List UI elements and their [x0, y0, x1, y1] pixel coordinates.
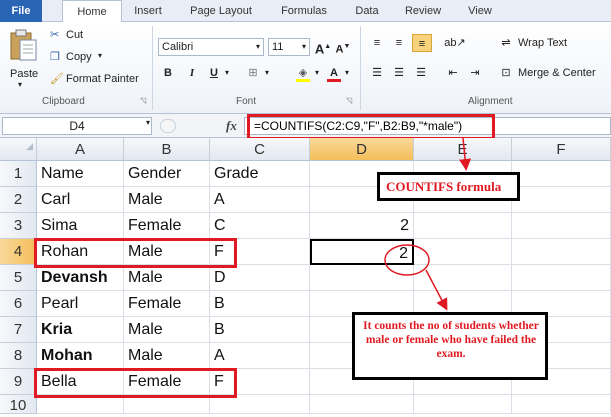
font-group-label: Font — [236, 96, 257, 107]
bold-button[interactable]: B — [160, 64, 176, 82]
formula-text[interactable]: =COUNTIFS(C2:C9,"F",B2:B9,"*male") — [254, 119, 462, 133]
italic-button[interactable]: I — [184, 64, 200, 82]
shrink-font-icon[interactable]: A▼ — [334, 38, 352, 56]
align-bottom-icon[interactable]: ≡ — [412, 34, 432, 52]
clipboard-group-label: Clipboard — [42, 96, 85, 107]
fill-color-icon[interactable]: ◈ — [294, 64, 312, 82]
chevron-down-icon[interactable]: ▾ — [222, 64, 232, 82]
fx-icon[interactable]: fx — [226, 118, 237, 134]
explanation-text: It counts the no of students whether mal… — [363, 320, 539, 360]
chevron-down-icon[interactable]: ▾ — [312, 64, 322, 82]
chevron-down-icon[interactable]: ▾ — [262, 64, 272, 82]
dialog-launcher-icon[interactable]: ◹ — [140, 96, 146, 105]
chevron-down-icon: ▾ — [255, 42, 260, 51]
tab-formulas[interactable]: Formulas — [270, 0, 338, 22]
wrap-text-icon[interactable]: ⇌ — [498, 34, 514, 52]
tab-view[interactable]: View — [458, 0, 502, 22]
increase-indent-icon[interactable]: ⇥ — [466, 64, 484, 82]
ribbon-tab-bar: File Home Insert Page Layout Formulas Da… — [0, 0, 611, 24]
align-top-icon[interactable]: ≡ — [368, 34, 386, 52]
underline-button[interactable]: U — [206, 64, 222, 82]
font-name-value: Calibri — [162, 41, 194, 53]
group-divider — [152, 26, 153, 110]
chevron-down-icon: ▾ — [301, 42, 306, 51]
ribbon-home: Paste ▾ ✂ Cut ❐ Copy ▾ 🖌 Format Painter … — [0, 22, 611, 114]
cut-label: Cut — [66, 29, 84, 41]
tab-page-layout[interactable]: Page Layout — [180, 0, 262, 22]
decrease-indent-icon[interactable]: ⇤ — [444, 64, 462, 82]
format-painter-label: Format Painter — [66, 73, 139, 85]
tab-home[interactable]: Home — [62, 0, 122, 24]
merge-center-icon[interactable]: ⊡ — [498, 64, 514, 82]
formula-bar: D4 ▾ fx =COUNTIFS(C2:C9,"F",B2:B9,"*male… — [0, 114, 611, 140]
formula-label-text: COUNTIFS formula — [386, 179, 502, 194]
borders-icon[interactable]: ⊞ — [244, 64, 262, 82]
formula-label-box: COUNTIFS formula — [377, 172, 520, 201]
tab-file[interactable]: File — [0, 0, 42, 22]
orientation-icon[interactable]: ab↗ — [444, 34, 466, 52]
group-divider — [360, 26, 361, 110]
cut-button[interactable]: ✂ Cut — [50, 28, 110, 44]
tab-data[interactable]: Data — [346, 0, 388, 22]
chevron-down-icon: ▾ — [98, 51, 103, 60]
explanation-box: It counts the no of students whether mal… — [352, 312, 548, 380]
font-name-combo[interactable]: Calibri ▾ — [158, 38, 264, 56]
chevron-down-icon[interactable]: ▾ — [342, 64, 352, 82]
tab-review[interactable]: Review — [396, 0, 450, 22]
formula-arrow — [459, 138, 472, 171]
font-size-combo[interactable]: 11 ▾ — [268, 38, 310, 56]
scissors-icon: ✂ — [50, 29, 60, 41]
worksheet-grid: ◢ A B C D E F 1 Name Gender Grade 2 Carl… — [0, 138, 611, 414]
font-color-icon[interactable]: A — [326, 64, 342, 82]
copy-icon: ❐ — [50, 51, 60, 63]
wrap-text-label[interactable]: Wrap Text — [518, 37, 567, 49]
dialog-launcher-icon[interactable]: ◹ — [346, 96, 352, 105]
merge-center-label[interactable]: Merge & Center — [518, 67, 596, 79]
paste-icon — [10, 29, 37, 61]
paste-button[interactable]: Paste ▾ — [4, 26, 42, 89]
grow-font-icon[interactable]: A▲ — [314, 38, 332, 56]
format-painter-button[interactable]: 🖌 Format Painter — [50, 72, 150, 88]
align-left-icon[interactable]: ☰ — [368, 64, 386, 82]
copy-label: Copy — [66, 51, 92, 63]
name-box-circle-icon — [160, 119, 176, 133]
copy-button[interactable]: ❐ Copy ▾ — [50, 50, 130, 66]
alignment-group-label: Alignment — [468, 96, 513, 107]
paste-label: Paste — [10, 68, 39, 80]
tab-insert[interactable]: Insert — [124, 0, 172, 22]
align-center-icon[interactable]: ☰ — [390, 64, 408, 82]
font-size-value: 11 — [272, 41, 284, 53]
chevron-down-icon[interactable]: ▾ — [146, 118, 150, 127]
align-middle-icon[interactable]: ≡ — [390, 34, 408, 52]
align-right-icon[interactable]: ☰ — [412, 64, 430, 82]
chevron-down-icon: ▾ — [18, 80, 23, 89]
brush-icon: 🖌 — [50, 73, 64, 85]
explanation-arrow — [425, 269, 448, 311]
name-box[interactable]: D4 — [2, 117, 152, 135]
result-ellipse — [384, 244, 430, 276]
